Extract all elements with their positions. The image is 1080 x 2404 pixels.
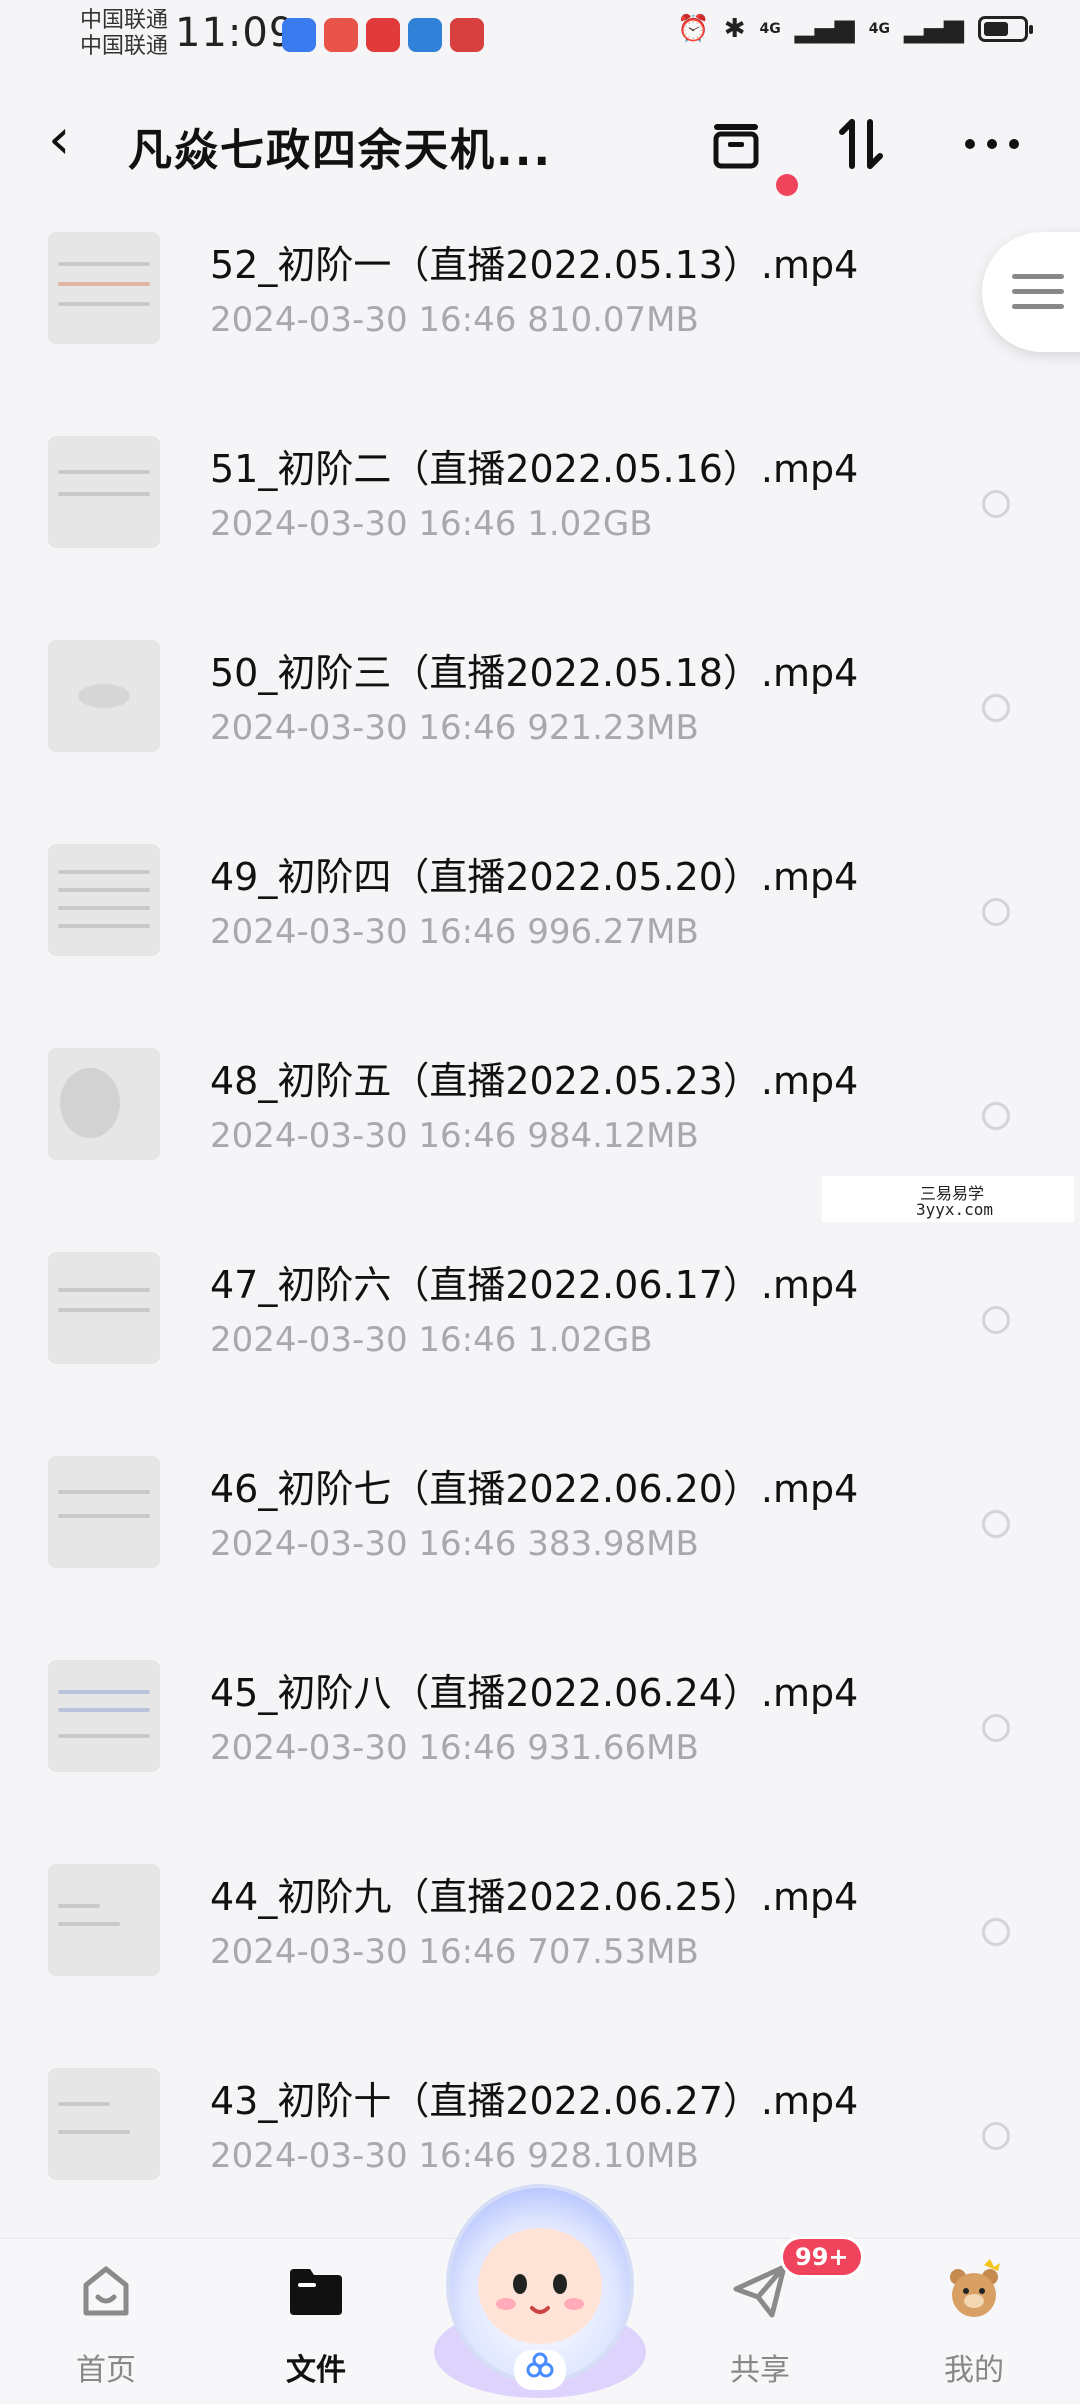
list-item[interactable]: 49_初阶四（直播2022.05.20）.mp4 2024-03-30 16:4… [0,840,1080,1044]
file-meta: 2024-03-30 16:46 984.12MB [210,1116,699,1156]
video-thumbnail [48,1660,160,1772]
file-name: 51_初阶二（直播2022.05.16）.mp4 [210,447,859,491]
select-radio[interactable] [982,898,1010,926]
system-icons: ⏰ ✱ 4G ▂▄▆ 4G ▂▄▆ [677,14,1033,44]
status-bar: 中国联通 中国联通 11:09 ⏰ ✱ 4G ▂▄▆ 4G ▂▄▆ [0,0,1080,72]
list-item[interactable]: 47_初阶六（直播2022.06.17）.mp4 2024-03-30 16:4… [0,1248,1080,1452]
notification-icons [282,18,484,52]
file-meta: 2024-03-30 16:46 1.02GB [210,1320,653,1360]
app-notification-icon [450,18,484,52]
share-icon [728,2259,792,2323]
list-item[interactable]: 46_初阶七（直播2022.06.20）.mp4 2024-03-30 16:4… [0,1452,1080,1656]
select-radio[interactable] [982,1102,1010,1130]
file-meta: 2024-03-30 16:46 707.53MB [210,1932,699,1972]
file-name: 50_初阶三（直播2022.05.18）.mp4 [210,651,859,695]
sort-icon[interactable] [826,108,898,180]
select-radio[interactable] [982,1510,1010,1538]
file-meta: 2024-03-30 16:46 928.10MB [210,2136,699,2176]
carrier-2: 中国联通 [80,34,169,59]
file-name: 45_初阶八（直播2022.06.24）.mp4 [210,1671,859,1715]
file-meta: 2024-03-30 16:46 921.23MB [210,708,699,748]
watermark: 三易易学 3yyx.com [822,1176,1074,1222]
select-radio[interactable] [982,490,1010,518]
select-radio[interactable] [982,2122,1010,2150]
battery-icon [978,16,1033,42]
nav-share[interactable]: 共享 [690,2259,830,2389]
file-name: 47_初阶六（直播2022.06.17）.mp4 [210,1263,859,1307]
list-item[interactable]: 52_初阶一（直播2022.05.13）.mp4 2024-03-30 16:4… [0,228,1080,432]
nav-label: 文件 [286,2353,346,2388]
select-radio[interactable] [982,1714,1010,1742]
nav-profile[interactable]: 我的 [904,2259,1044,2389]
carrier-labels: 中国联通 中国联通 [80,8,168,60]
video-thumbnail [48,232,160,344]
ai-assistant-button[interactable] [428,2174,652,2400]
carrier-1: 中国联通 [80,8,169,33]
alarm-icon: ⏰ [677,14,710,44]
video-thumbnail [48,1456,160,1568]
app-notification-icon [282,18,316,52]
nav-label: 共享 [730,2353,790,2388]
signal-icon: 4G [759,21,781,37]
file-meta: 2024-03-30 16:46 383.98MB [210,1524,699,1564]
file-list: 52_初阶一（直播2022.05.13）.mp4 2024-03-30 16:4… [0,228,1080,2268]
video-thumbnail [48,1252,160,1364]
archive-icon[interactable] [700,108,772,180]
file-meta: 2024-03-30 16:46 1.02GB [210,504,653,544]
video-thumbnail [48,436,160,548]
profile-bear-icon [942,2259,1006,2323]
notification-dot [776,174,798,196]
file-name: 48_初阶五（直播2022.05.23）.mp4 [210,1059,859,1103]
app-header: ‹ 凡焱七政四余天机... [0,90,1080,200]
file-meta: 2024-03-30 16:46 931.66MB [210,1728,699,1768]
nav-label: 首页 [76,2353,136,2388]
folder-icon [284,2259,348,2323]
home-icon [74,2259,138,2323]
signal-bars-icon: ▂▄▆ [904,14,964,44]
nav-label: 我的 [944,2353,1004,2388]
list-item[interactable]: 44_初阶九（直播2022.06.25）.mp4 2024-03-30 16:4… [0,1860,1080,2064]
video-thumbnail [48,1048,160,1160]
clock: 11:09 [175,10,296,56]
file-name: 49_初阶四（直播2022.05.20）.mp4 [210,855,859,899]
file-name: 52_初阶一（直播2022.05.13）.mp4 [210,243,859,287]
app-notification-icon [324,18,358,52]
more-icon[interactable] [956,108,1028,180]
signal-bars-icon: ▂▄▆ [794,14,855,44]
file-name: 46_初阶七（直播2022.06.20）.mp4 [210,1467,859,1511]
bluetooth-icon: ✱ [723,14,746,44]
nav-files[interactable]: 文件 [246,2259,386,2389]
select-radio[interactable] [982,1918,1010,1946]
select-radio[interactable] [982,694,1010,722]
app-notification-icon [366,18,400,52]
video-thumbnail [48,640,160,752]
file-meta: 2024-03-30 16:46 996.27MB [210,912,699,952]
video-thumbnail [48,1864,160,1976]
select-radio[interactable] [982,1306,1010,1334]
page-title: 凡焱七政四余天机... [128,125,553,176]
menu-icon [1012,274,1064,319]
list-item[interactable]: 45_初阶八（直播2022.06.24）.mp4 2024-03-30 16:4… [0,1656,1080,1860]
chevron-left-icon[interactable]: ‹ [48,112,70,168]
notification-badge: 99+ [780,2236,864,2278]
video-thumbnail [48,844,160,956]
list-item[interactable]: 51_初阶二（直播2022.05.16）.mp4 2024-03-30 16:4… [0,432,1080,636]
app-notification-icon [408,18,442,52]
mascot-icon [434,2184,646,2398]
file-meta: 2024-03-30 16:46 810.07MB [210,300,699,340]
video-thumbnail [48,2068,160,2180]
list-item[interactable]: 50_初阶三（直播2022.05.18）.mp4 2024-03-30 16:4… [0,636,1080,840]
nav-home[interactable]: 首页 [36,2259,176,2389]
signal-icon: 4G [868,21,890,37]
file-name: 44_初阶九（直播2022.06.25）.mp4 [210,1875,859,1919]
file-name: 43_初阶十（直播2022.06.27）.mp4 [210,2079,859,2123]
